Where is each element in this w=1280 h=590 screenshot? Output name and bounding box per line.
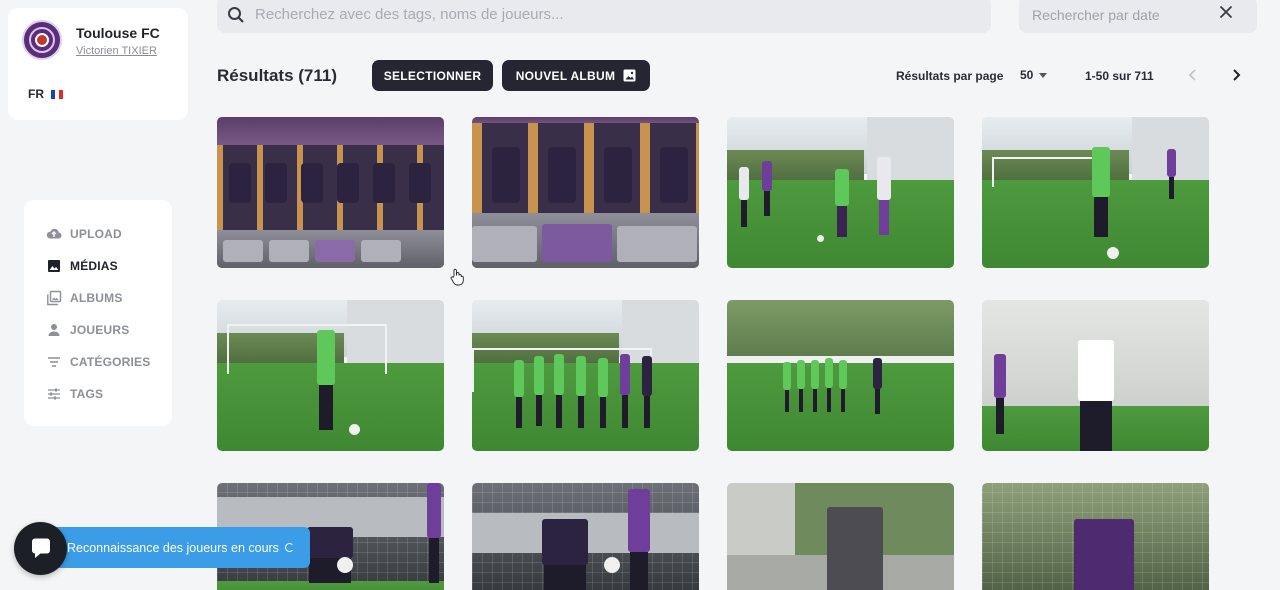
language-selector[interactable]: FR <box>28 87 63 101</box>
chevron-right-icon[interactable] <box>1228 67 1244 83</box>
date-search-input[interactable] <box>1032 6 1212 23</box>
photo-thumbnail[interactable] <box>727 117 954 268</box>
locker-room-photo <box>217 117 444 268</box>
chat-bubble-icon <box>31 538 50 558</box>
sidebar-item-categories[interactable]: CATÉGORIES <box>46 354 150 370</box>
photo-thumbnail[interactable] <box>982 300 1209 451</box>
training-photo <box>982 300 1209 451</box>
language-label: FR <box>28 87 44 101</box>
per-page-value: 50 <box>1020 68 1034 82</box>
albums-icon <box>46 290 62 306</box>
photo-thumbnail[interactable] <box>727 300 954 451</box>
sidebar-item-label: TAGS <box>70 387 104 401</box>
sliders-icon <box>46 386 62 402</box>
photo-thumbnail[interactable] <box>472 300 699 451</box>
sidebar-item-label: CATÉGORIES <box>70 355 151 369</box>
sidebar-item-label: JOUEURS <box>70 323 130 337</box>
sidebar-item-joueurs[interactable]: JOUEURS <box>46 322 129 338</box>
photo-thumbnail[interactable] <box>472 117 699 268</box>
training-photo <box>217 300 444 451</box>
date-search-bar <box>1019 0 1257 33</box>
chevron-left-icon[interactable] <box>1185 67 1201 83</box>
per-page-select[interactable]: 50 <box>1020 68 1048 82</box>
coach-photo <box>727 483 954 590</box>
select-button[interactable]: SELECTIONNER <box>372 60 493 91</box>
photo-thumbnail[interactable] <box>727 483 954 590</box>
club-logo <box>22 20 62 60</box>
filter-lines-icon <box>46 354 62 370</box>
photo-thumbnail[interactable] <box>217 117 444 268</box>
photo-thumbnail[interactable] <box>472 483 699 590</box>
per-page-label: Résultats par page <box>896 69 1004 83</box>
photo-thumbnail[interactable] <box>217 300 444 451</box>
goalkeeper-photo <box>982 483 1209 590</box>
chat-button[interactable] <box>14 522 67 575</box>
team-photo <box>727 300 954 451</box>
team-photo <box>472 300 699 451</box>
search-input[interactable] <box>255 6 955 23</box>
locker-room-photo <box>472 117 699 268</box>
person-icon <box>46 322 62 338</box>
training-photo <box>727 117 954 268</box>
cursor-hand-icon <box>450 268 464 286</box>
user-link[interactable]: Victorien TIXIER <box>76 45 157 57</box>
sidebar-nav: UPLOAD MÉDIAS ALBUMS JOUEURS CATÉGORIES … <box>24 200 172 426</box>
photo-thumbnail[interactable] <box>982 483 1209 590</box>
new-album-button[interactable]: NOUVEL ALBUM <box>502 60 650 91</box>
results-title: Résultats (711) <box>217 66 337 85</box>
training-photo <box>982 117 1209 268</box>
club-card: Toulouse FC Victorien TIXIER FR <box>8 8 188 120</box>
chevron-down-icon <box>1039 72 1048 78</box>
sidebar-item-upload[interactable]: UPLOAD <box>46 226 122 242</box>
select-button-label: SELECTIONNER <box>383 68 482 83</box>
sidebar-item-label: MÉDIAS <box>70 259 118 273</box>
close-icon[interactable] <box>1219 5 1233 19</box>
add-photo-icon <box>623 69 636 82</box>
france-flag-icon <box>51 89 63 99</box>
search-bar <box>217 0 991 33</box>
sidebar-item-medias[interactable]: MÉDIAS <box>46 258 118 274</box>
loading-spinner-icon <box>284 543 294 552</box>
sidebar-item-albums[interactable]: ALBUMS <box>46 290 123 306</box>
sidebar-item-label: ALBUMS <box>70 291 123 305</box>
sidebar-item-tags[interactable]: TAGS <box>46 386 103 402</box>
search-icon <box>228 6 244 23</box>
image-icon <box>46 258 62 274</box>
new-album-button-label: NOUVEL ALBUM <box>515 68 616 83</box>
sidebar-item-label: UPLOAD <box>70 227 122 241</box>
player-recognition-toast: Reconnaissance des joueurs en cours <box>40 527 310 568</box>
club-name: Toulouse FC <box>76 25 160 41</box>
goalkeeper-photo <box>472 483 699 590</box>
pagination-range: 1-50 sur 711 <box>1085 69 1154 83</box>
cloud-upload-icon <box>46 226 62 242</box>
photo-thumbnail[interactable] <box>982 117 1209 268</box>
toast-text: Reconnaissance des joueurs en cours <box>67 540 279 555</box>
